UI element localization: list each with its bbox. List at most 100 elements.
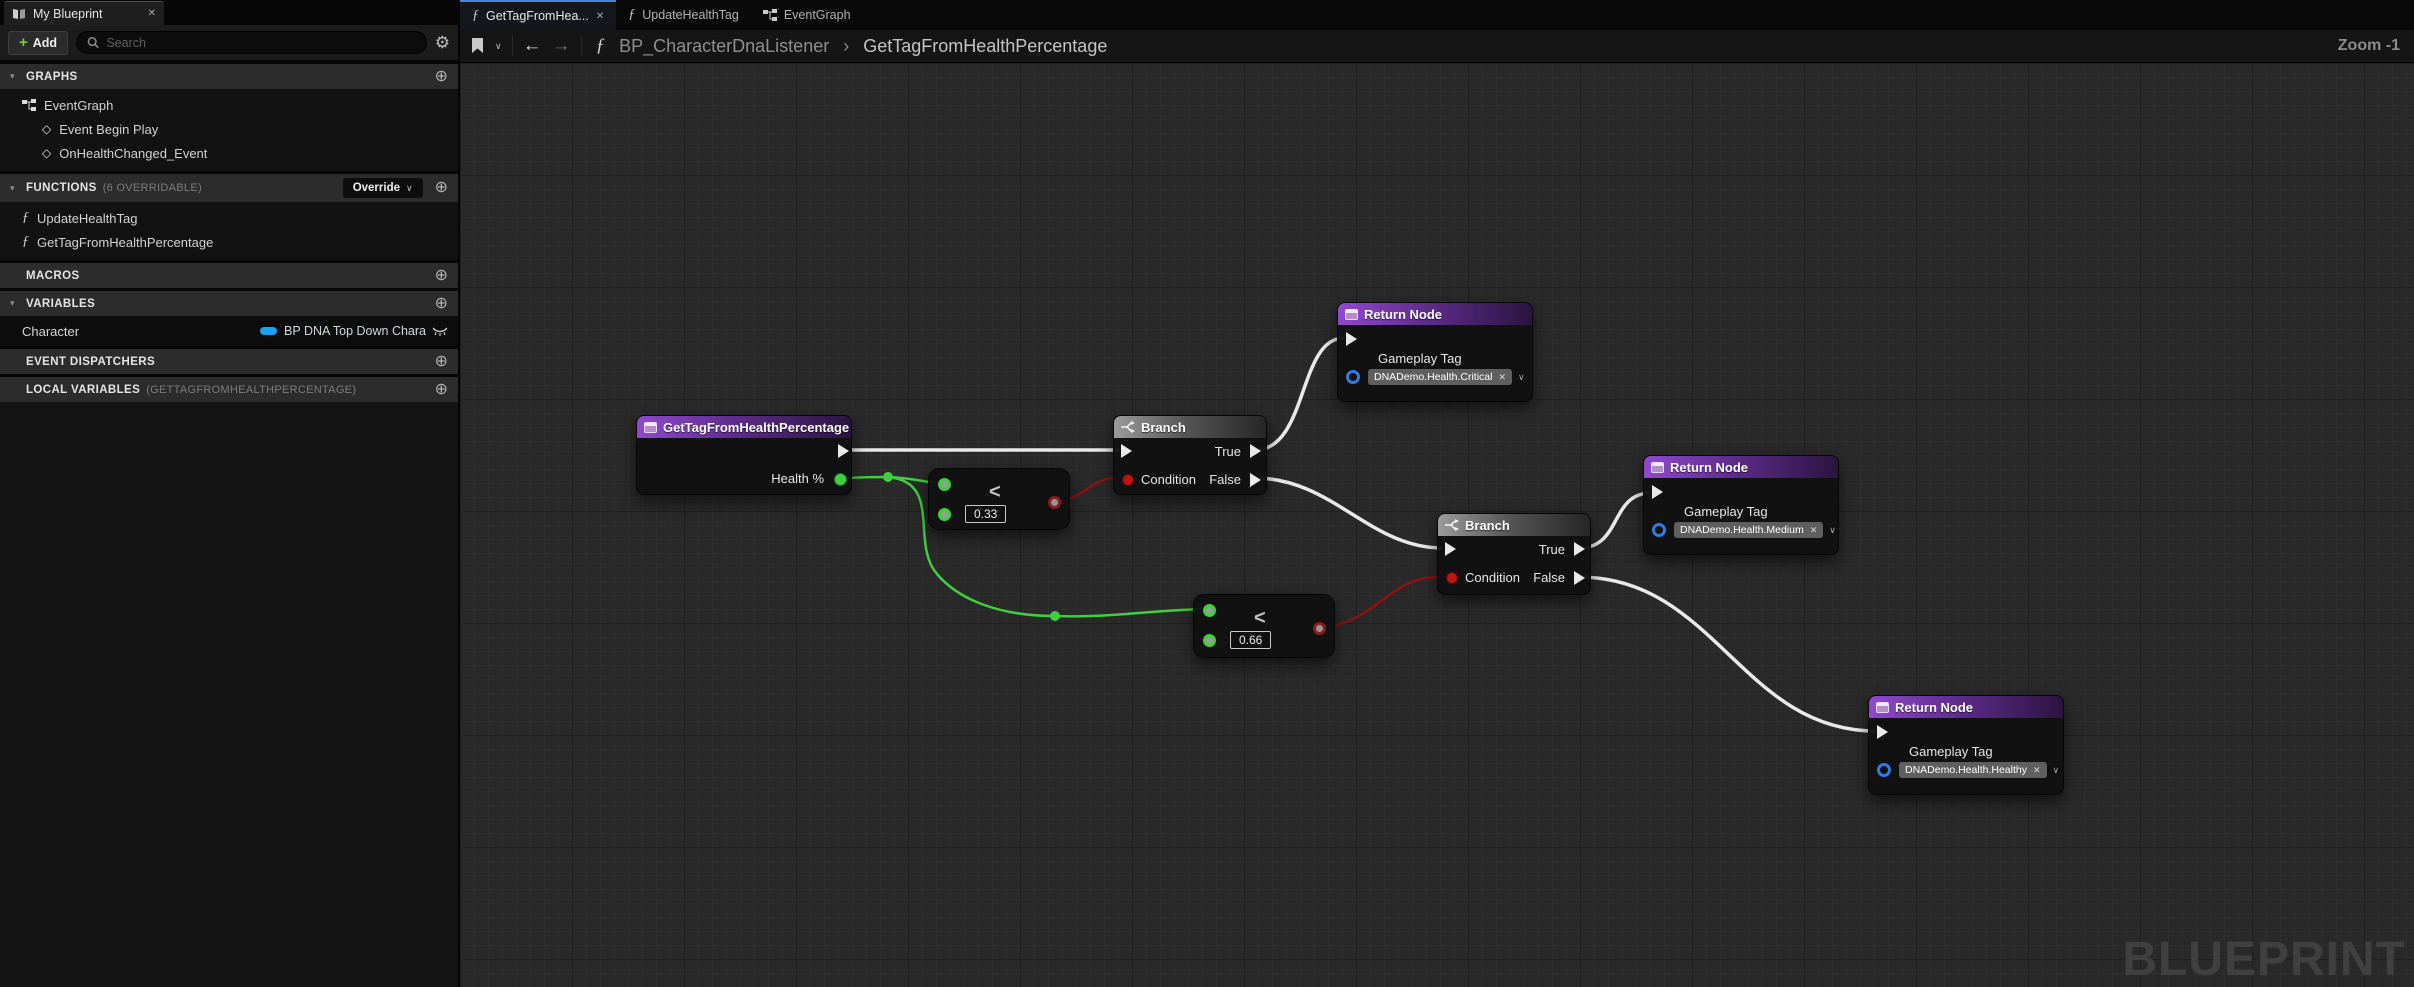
add-dispatcher-icon[interactable]: ⊕ [435, 354, 448, 370]
true-output-pin[interactable] [1250, 444, 1261, 458]
node-less-than-033[interactable]: 0.33 < [928, 468, 1070, 530]
sidebar-item-gettagfromhealthpercentage[interactable]: ƒ GetTagFromHealthPercentage [0, 230, 458, 254]
variables-title: VARIABLES [26, 298, 95, 310]
variable-row-character[interactable]: Character BP DNA Top Down Chara [0, 316, 458, 346]
onhealthchanged-label: OnHealthChanged_Event [59, 146, 207, 161]
false-output-pin[interactable] [1250, 473, 1261, 487]
node-title: Return Node [1895, 700, 1973, 715]
chevron-down-icon[interactable]: ∨ [2053, 765, 2060, 776]
bookmark-icon[interactable] [470, 37, 485, 55]
tab-my-blueprint[interactable]: My Blueprint ✕ [4, 1, 164, 25]
true-output-pin[interactable] [1574, 542, 1585, 556]
bool-output-pin[interactable] [1048, 496, 1061, 509]
close-icon[interactable]: ✕ [148, 8, 156, 19]
tag-chip[interactable]: DNADemo.Health.Critical ✕ [1368, 369, 1512, 385]
sidebar-item-onhealthchanged[interactable]: ◇ OnHealthChanged_Event [0, 141, 458, 165]
exec-input-pin[interactable] [1652, 485, 1663, 499]
tab-gettagfromhealthpercentage[interactable]: ƒ GetTagFromHea... ✕ [460, 0, 616, 30]
function-node-icon [644, 422, 657, 433]
chevron-down-icon: ∨ [406, 183, 413, 194]
caret-icon[interactable]: ▾ [10, 71, 20, 82]
node-gettagfromhealthpercentage[interactable]: GetTagFromHealthPercentage Health % [636, 415, 852, 495]
local-variables-subtitle: (GETTAGFROMHEALTHPERCENTAGE) [146, 384, 356, 396]
value-input-066[interactable]: 0.66 [1230, 631, 1271, 649]
exec-output-pin[interactable] [838, 444, 849, 458]
section-functions[interactable]: ▾ FUNCTIONS (6 OVERRIDABLE) Override ∨ ⊕ [0, 174, 458, 202]
node-header[interactable]: Return Node [1338, 303, 1532, 325]
branch-icon [1445, 519, 1459, 531]
node-title: Branch [1141, 420, 1186, 435]
condition-label: Condition [1141, 472, 1196, 487]
exec-input-pin[interactable] [1445, 542, 1456, 556]
tag-close-icon[interactable]: ✕ [1810, 525, 1818, 536]
gear-icon[interactable]: ⚙ [435, 33, 450, 53]
float-output-pin[interactable] [834, 473, 847, 486]
add-macro-icon[interactable]: ⊕ [435, 268, 448, 284]
chevron-down-icon[interactable]: ∨ [1829, 525, 1836, 536]
tag-chip[interactable]: DNADemo.Health.Healthy ✕ [1899, 762, 2047, 778]
condition-input-pin[interactable] [1446, 572, 1458, 584]
add-function-icon[interactable]: ⊕ [435, 180, 448, 196]
macros-title: MACROS [26, 270, 80, 282]
node-header[interactable]: Return Node [1869, 696, 2063, 718]
float-input-pin-a[interactable] [1203, 604, 1216, 617]
gameplay-tag-input-pin[interactable] [1346, 370, 1360, 384]
close-icon[interactable]: ✕ [596, 11, 604, 22]
node-header[interactable]: GetTagFromHealthPercentage [637, 416, 851, 438]
node-less-than-066[interactable]: 0.66 < [1193, 594, 1335, 658]
section-event-dispatchers[interactable]: ▾ EVENT DISPATCHERS ⊕ [0, 349, 458, 374]
sidebar-item-eventgraph[interactable]: EventGraph [0, 93, 458, 117]
override-button[interactable]: Override ∨ [343, 178, 423, 198]
section-local-variables[interactable]: ▾ LOCAL VARIABLES (GETTAGFROMHEALTHPERCE… [0, 377, 458, 402]
chevron-down-icon[interactable]: ∨ [495, 41, 502, 52]
node-header[interactable]: Return Node [1644, 456, 1838, 478]
functions-items: ƒ UpdateHealthTag ƒ GetTagFromHealthPerc… [0, 202, 458, 260]
node-branch-2[interactable]: Branch Condition True False [1437, 513, 1591, 595]
sidebar-item-event-begin-play[interactable]: ◇ Event Begin Play [0, 117, 458, 141]
false-output-pin[interactable] [1574, 571, 1585, 585]
condition-input-pin[interactable] [1122, 474, 1134, 486]
tab-eventgraph[interactable]: EventGraph [751, 0, 863, 30]
breadcrumb-root[interactable]: BP_CharacterDnaListener [619, 36, 829, 57]
false-label: False [1209, 472, 1241, 487]
float-input-pin-b[interactable] [1203, 634, 1216, 647]
tag-close-icon[interactable]: ✕ [1498, 372, 1506, 383]
node-branch-1[interactable]: Branch Condition True False [1113, 415, 1267, 495]
back-icon[interactable]: ← [523, 35, 542, 57]
value-input-033[interactable]: 0.33 [965, 505, 1006, 523]
float-input-pin-a[interactable] [938, 478, 951, 491]
caret-icon[interactable]: ▾ [10, 298, 20, 309]
forward-icon[interactable]: → [552, 35, 571, 57]
gameplay-tag-label: Gameplay Tag [1909, 744, 1993, 759]
caret-icon[interactable]: ▾ [10, 183, 20, 194]
node-return-healthy[interactable]: Return Node Gameplay Tag DNADemo.Health.… [1868, 695, 2064, 795]
tag-close-icon[interactable]: ✕ [2033, 765, 2041, 776]
add-local-variable-icon[interactable]: ⊕ [435, 382, 448, 398]
tab-updatehealthtag[interactable]: ƒ UpdateHealthTag [616, 0, 751, 30]
search-input[interactable] [106, 36, 415, 50]
add-graph-icon[interactable]: ⊕ [435, 69, 448, 85]
section-variables[interactable]: ▾ VARIABLES ⊕ [0, 291, 458, 316]
exec-input-pin[interactable] [1877, 725, 1888, 739]
float-input-pin-b[interactable] [938, 508, 951, 521]
gameplay-tag-input-pin[interactable] [1877, 763, 1891, 777]
node-return-medium[interactable]: Return Node Gameplay Tag DNADemo.Health.… [1643, 455, 1839, 555]
node-return-critical[interactable]: Return Node Gameplay Tag DNADemo.Health.… [1337, 302, 1533, 402]
exec-input-pin[interactable] [1346, 332, 1357, 346]
eye-closed-icon[interactable] [432, 327, 448, 336]
add-variable-icon[interactable]: ⊕ [435, 296, 448, 312]
tag-chip[interactable]: DNADemo.Health.Medium ✕ [1674, 522, 1823, 538]
sidebar-item-updatehealthtag[interactable]: ƒ UpdateHealthTag [0, 206, 458, 230]
gameplay-tag-input-pin[interactable] [1652, 523, 1666, 537]
add-button[interactable]: + Add [8, 31, 68, 55]
chevron-down-icon[interactable]: ∨ [1518, 372, 1525, 383]
bool-output-pin[interactable] [1313, 622, 1326, 635]
node-header[interactable]: Branch [1114, 416, 1266, 438]
search-box[interactable] [76, 31, 427, 54]
exec-input-pin[interactable] [1121, 444, 1132, 458]
section-macros[interactable]: ▾ MACROS ⊕ [0, 263, 458, 288]
node-header[interactable]: Branch [1438, 514, 1590, 536]
section-graphs[interactable]: ▾ GRAPHS ⊕ [0, 64, 458, 89]
tag-text: DNADemo.Health.Critical [1374, 371, 1492, 383]
document-tabstrip: ƒ GetTagFromHea... ✕ ƒ UpdateHealthTag E… [460, 0, 2414, 30]
